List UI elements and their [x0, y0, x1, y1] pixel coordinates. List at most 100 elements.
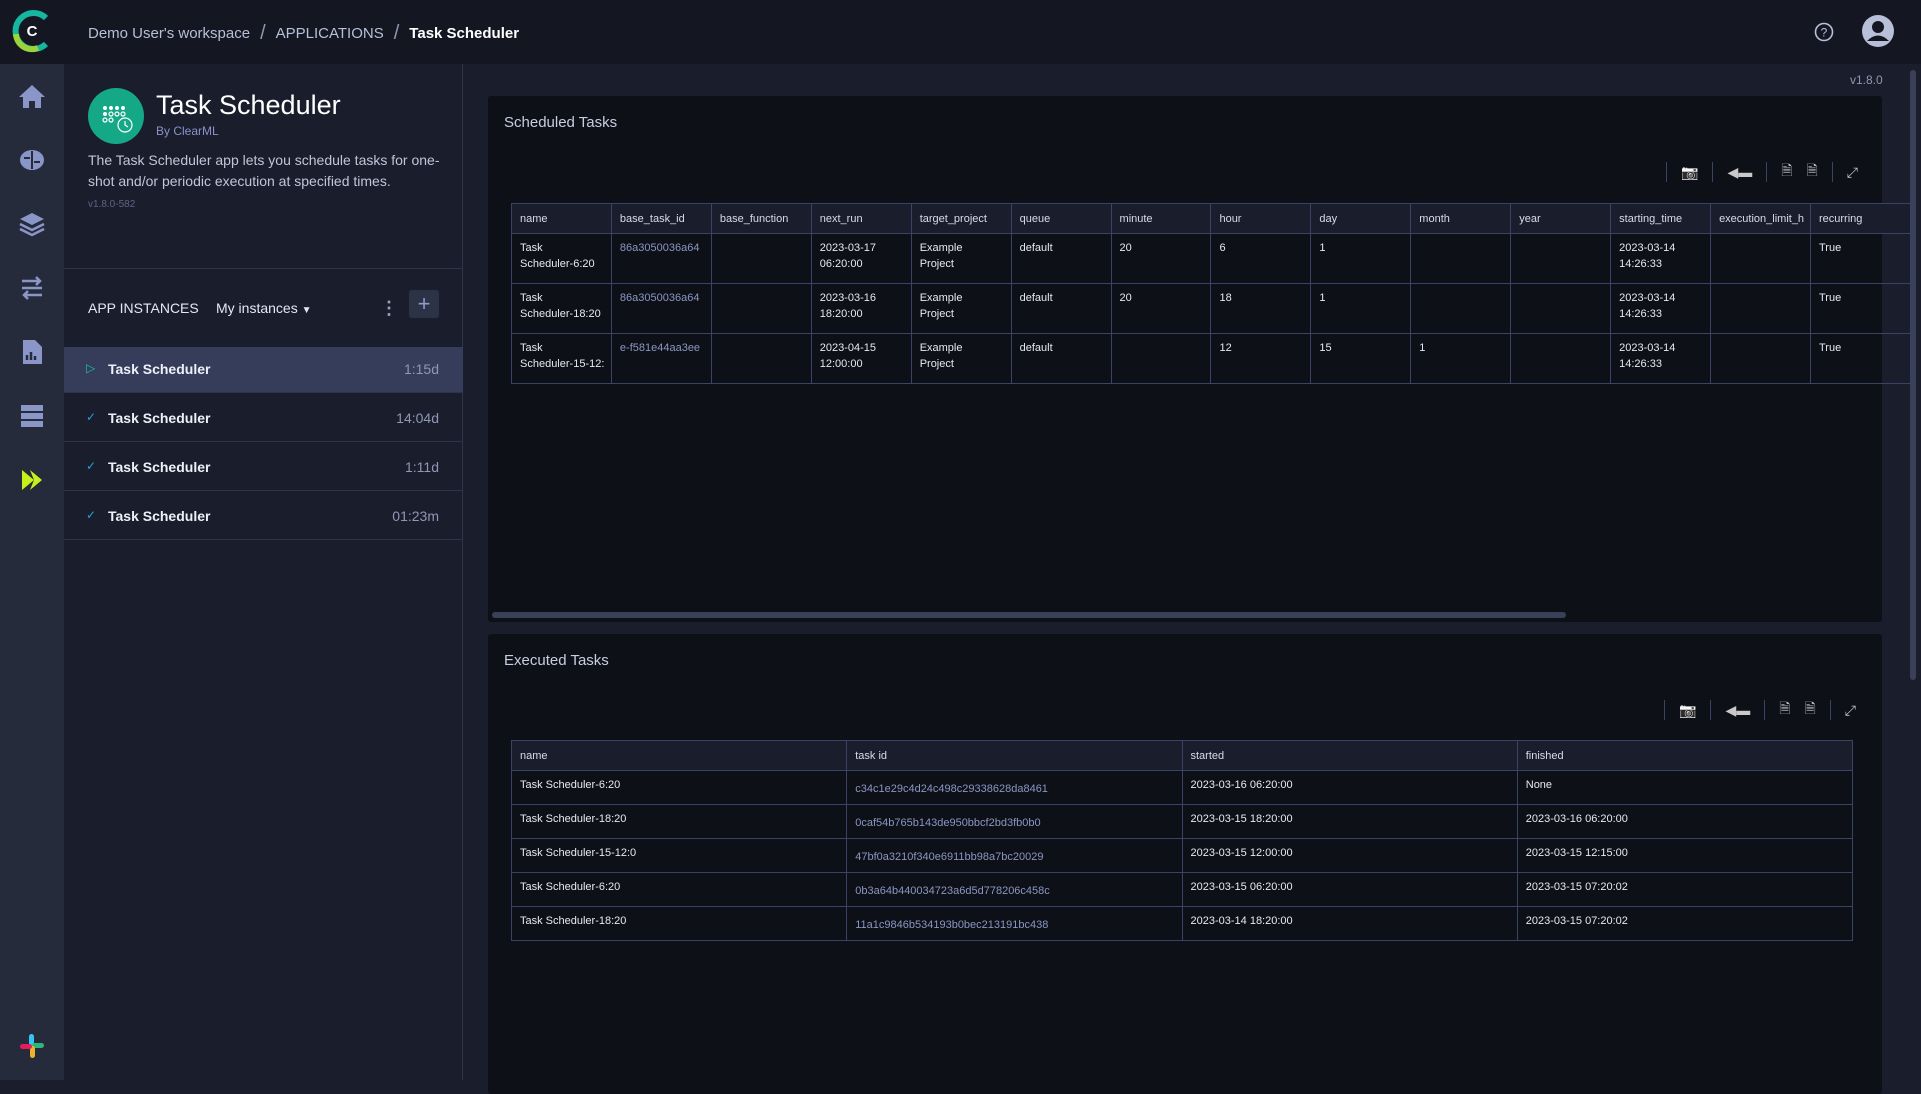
table-cell: Task Scheduler-18:20: [511, 283, 612, 334]
breadcrumb-applications[interactable]: APPLICATIONS: [276, 25, 384, 42]
divider: [1712, 162, 1714, 182]
table-cell: 2023-03-14 14:26:33: [1610, 233, 1712, 284]
json-file-icon[interactable]: 🗎: [1779, 698, 1790, 722]
table-cell: True: [1809, 333, 1912, 384]
table-cell: 1: [1410, 333, 1512, 384]
column-header[interactable]: hour: [1210, 203, 1312, 234]
table-cell: 12: [1210, 333, 1312, 384]
instance-list-item[interactable]: ✓ Task Scheduler 14:04d: [64, 396, 463, 442]
column-header[interactable]: execution_limit_h: [1710, 203, 1811, 234]
instances-filter-dropdown[interactable]: My instances ▼: [216, 300, 312, 316]
camera-icon[interactable]: 📷: [1679, 702, 1696, 719]
column-header[interactable]: minute: [1110, 203, 1212, 234]
home-icon[interactable]: [18, 82, 46, 110]
breadcrumb-separator: /: [393, 22, 400, 44]
table-cell: 2023-03-14 14:26:33: [1610, 333, 1712, 384]
table-cell: Example Project: [910, 333, 1012, 384]
table-cell[interactable]: e-f581e44aa3ee: [610, 333, 712, 384]
table-cell: [1510, 233, 1612, 284]
table-row[interactable]: Task Scheduler-18:20 86a3050036a64 2023-03…: [511, 283, 1912, 334]
app-version: v1.8.0-582: [88, 199, 136, 210]
table-cell[interactable]: 0caf54b765b143de950bbcf2bd3fb0b0: [846, 804, 1183, 839]
table-cell: [1710, 233, 1811, 284]
expand-icon[interactable]: ⤢: [1847, 164, 1858, 181]
csv-file-icon[interactable]: 🗎: [1807, 160, 1818, 184]
table-row[interactable]: Task Scheduler-18:20 11a1c9846b534193b0be…: [510, 906, 1854, 941]
column-header[interactable]: year: [1510, 203, 1612, 234]
app-info-panel: Task Scheduler By ClearML The Task Sched…: [64, 64, 463, 1080]
breadcrumb-separator: /: [260, 22, 266, 44]
breadcrumb-workspace[interactable]: Demo User's workspace: [88, 25, 250, 42]
column-header[interactable]: started: [1181, 740, 1518, 771]
tag-icon[interactable]: ◀▬: [1727, 164, 1752, 181]
table-row[interactable]: Task Scheduler-6:20 0b3a64b440034723a6d5d…: [510, 872, 1854, 907]
camera-icon[interactable]: 📷: [1681, 164, 1698, 181]
table-cell: 18: [1210, 283, 1312, 334]
slack-icon[interactable]: [18, 1032, 46, 1060]
divider: [1766, 162, 1768, 182]
horizontal-scrollbar[interactable]: [492, 612, 1566, 618]
column-header[interactable]: task id: [846, 740, 1183, 771]
table-row[interactable]: Task Scheduler-18:20 0caf54b765b143de950b…: [510, 804, 1854, 839]
column-header[interactable]: target_project: [910, 203, 1012, 234]
executed-tasks-title: Executed Tasks: [504, 652, 609, 669]
divider: [1666, 162, 1668, 182]
table-toolbar: 📷 ◀▬ 🗎 🗎 ⤢: [1666, 160, 1858, 184]
applications-icon[interactable]: [18, 466, 46, 494]
table-row[interactable]: Task Scheduler-15-12: e-f581e44aa3ee 2023-…: [511, 333, 1912, 384]
layers-icon[interactable]: [18, 210, 46, 238]
more-options-icon[interactable]: ⋮: [380, 298, 398, 319]
help-circle-icon[interactable]: ?: [1814, 22, 1834, 42]
brain-icon[interactable]: [18, 146, 46, 174]
column-header[interactable]: queue: [1010, 203, 1112, 234]
table-cell: 2023-03-16 18:20:00: [810, 283, 912, 334]
table-row[interactable]: Task Scheduler-6:20 c34c1e29c4d24c498c293…: [510, 770, 1854, 805]
svg-text:?: ?: [1821, 26, 1828, 40]
column-header[interactable]: name: [510, 740, 848, 771]
reports-icon[interactable]: [18, 338, 46, 366]
instance-list-item[interactable]: ✓ Task Scheduler 1:11d: [64, 445, 463, 491]
column-header[interactable]: base_task_id: [610, 203, 712, 234]
table-cell[interactable]: c34c1e29c4d24c498c29338628da8461: [846, 770, 1183, 805]
user-avatar-icon[interactable]: [1862, 15, 1894, 47]
table-cell: 20: [1110, 283, 1212, 334]
table-cell: 2023-03-16 06:20:00: [1516, 804, 1854, 839]
table-cell: Example Project: [910, 233, 1012, 284]
table-cell: 2023-03-16 06:20:00: [1181, 770, 1518, 805]
column-header[interactable]: recurring: [1809, 203, 1912, 234]
table-cell: default: [1010, 333, 1112, 384]
column-header[interactable]: starting_time: [1610, 203, 1712, 234]
instance-list-item[interactable]: ✓ Task Scheduler 01:23m: [64, 494, 463, 540]
table-cell: 2023-03-15 12:00:00: [1181, 838, 1518, 873]
column-header[interactable]: next_run: [810, 203, 912, 234]
instance-name: Task Scheduler: [108, 410, 211, 426]
table-cell: 6: [1210, 233, 1312, 284]
column-header[interactable]: finished: [1516, 740, 1854, 771]
instance-name: Task Scheduler: [108, 459, 211, 475]
table-cell: 2023-03-14 18:20:00: [1181, 906, 1518, 941]
expand-icon[interactable]: ⤢: [1845, 702, 1856, 719]
table-cell: Task Scheduler-18:20: [510, 906, 848, 941]
csv-file-icon[interactable]: 🗎: [1805, 698, 1816, 722]
table-cell: Task Scheduler-6:20: [511, 233, 612, 284]
column-header[interactable]: month: [1410, 203, 1512, 234]
table-cell[interactable]: 0b3a64b440034723a6d5d778206c458c: [846, 872, 1183, 907]
table-cell[interactable]: 86a3050036a64: [610, 233, 712, 284]
table-row[interactable]: Task Scheduler-6:20 86a3050036a64 2023-03-…: [511, 233, 1912, 284]
table-cell[interactable]: 11a1c9846b534193b0bec213191bc438: [846, 906, 1183, 941]
clearml-logo[interactable]: C: [8, 8, 54, 54]
tag-icon[interactable]: ◀▬: [1725, 702, 1750, 719]
add-instance-button[interactable]: +: [409, 290, 439, 318]
instance-list-item[interactable]: ▷ Task Scheduler 1:15d: [64, 347, 463, 393]
column-header[interactable]: day: [1310, 203, 1412, 234]
table-row[interactable]: Task Scheduler-15-12:0 47bf0a3210f340e691…: [510, 838, 1854, 873]
json-file-icon[interactable]: 🗎: [1781, 160, 1792, 184]
column-header[interactable]: name: [511, 203, 612, 234]
datasets-icon[interactable]: [18, 402, 46, 430]
table-cell[interactable]: 86a3050036a64: [610, 283, 712, 334]
column-header[interactable]: base_function: [710, 203, 812, 234]
pipelines-icon[interactable]: [18, 274, 46, 302]
table-cell[interactable]: 47bf0a3210f340e6911bb98a7bc20029: [846, 838, 1183, 873]
table-cell: Task Scheduler-6:20: [510, 770, 848, 805]
executed-tasks-table: name task id started finished Task Scheduler…: [510, 740, 1854, 941]
